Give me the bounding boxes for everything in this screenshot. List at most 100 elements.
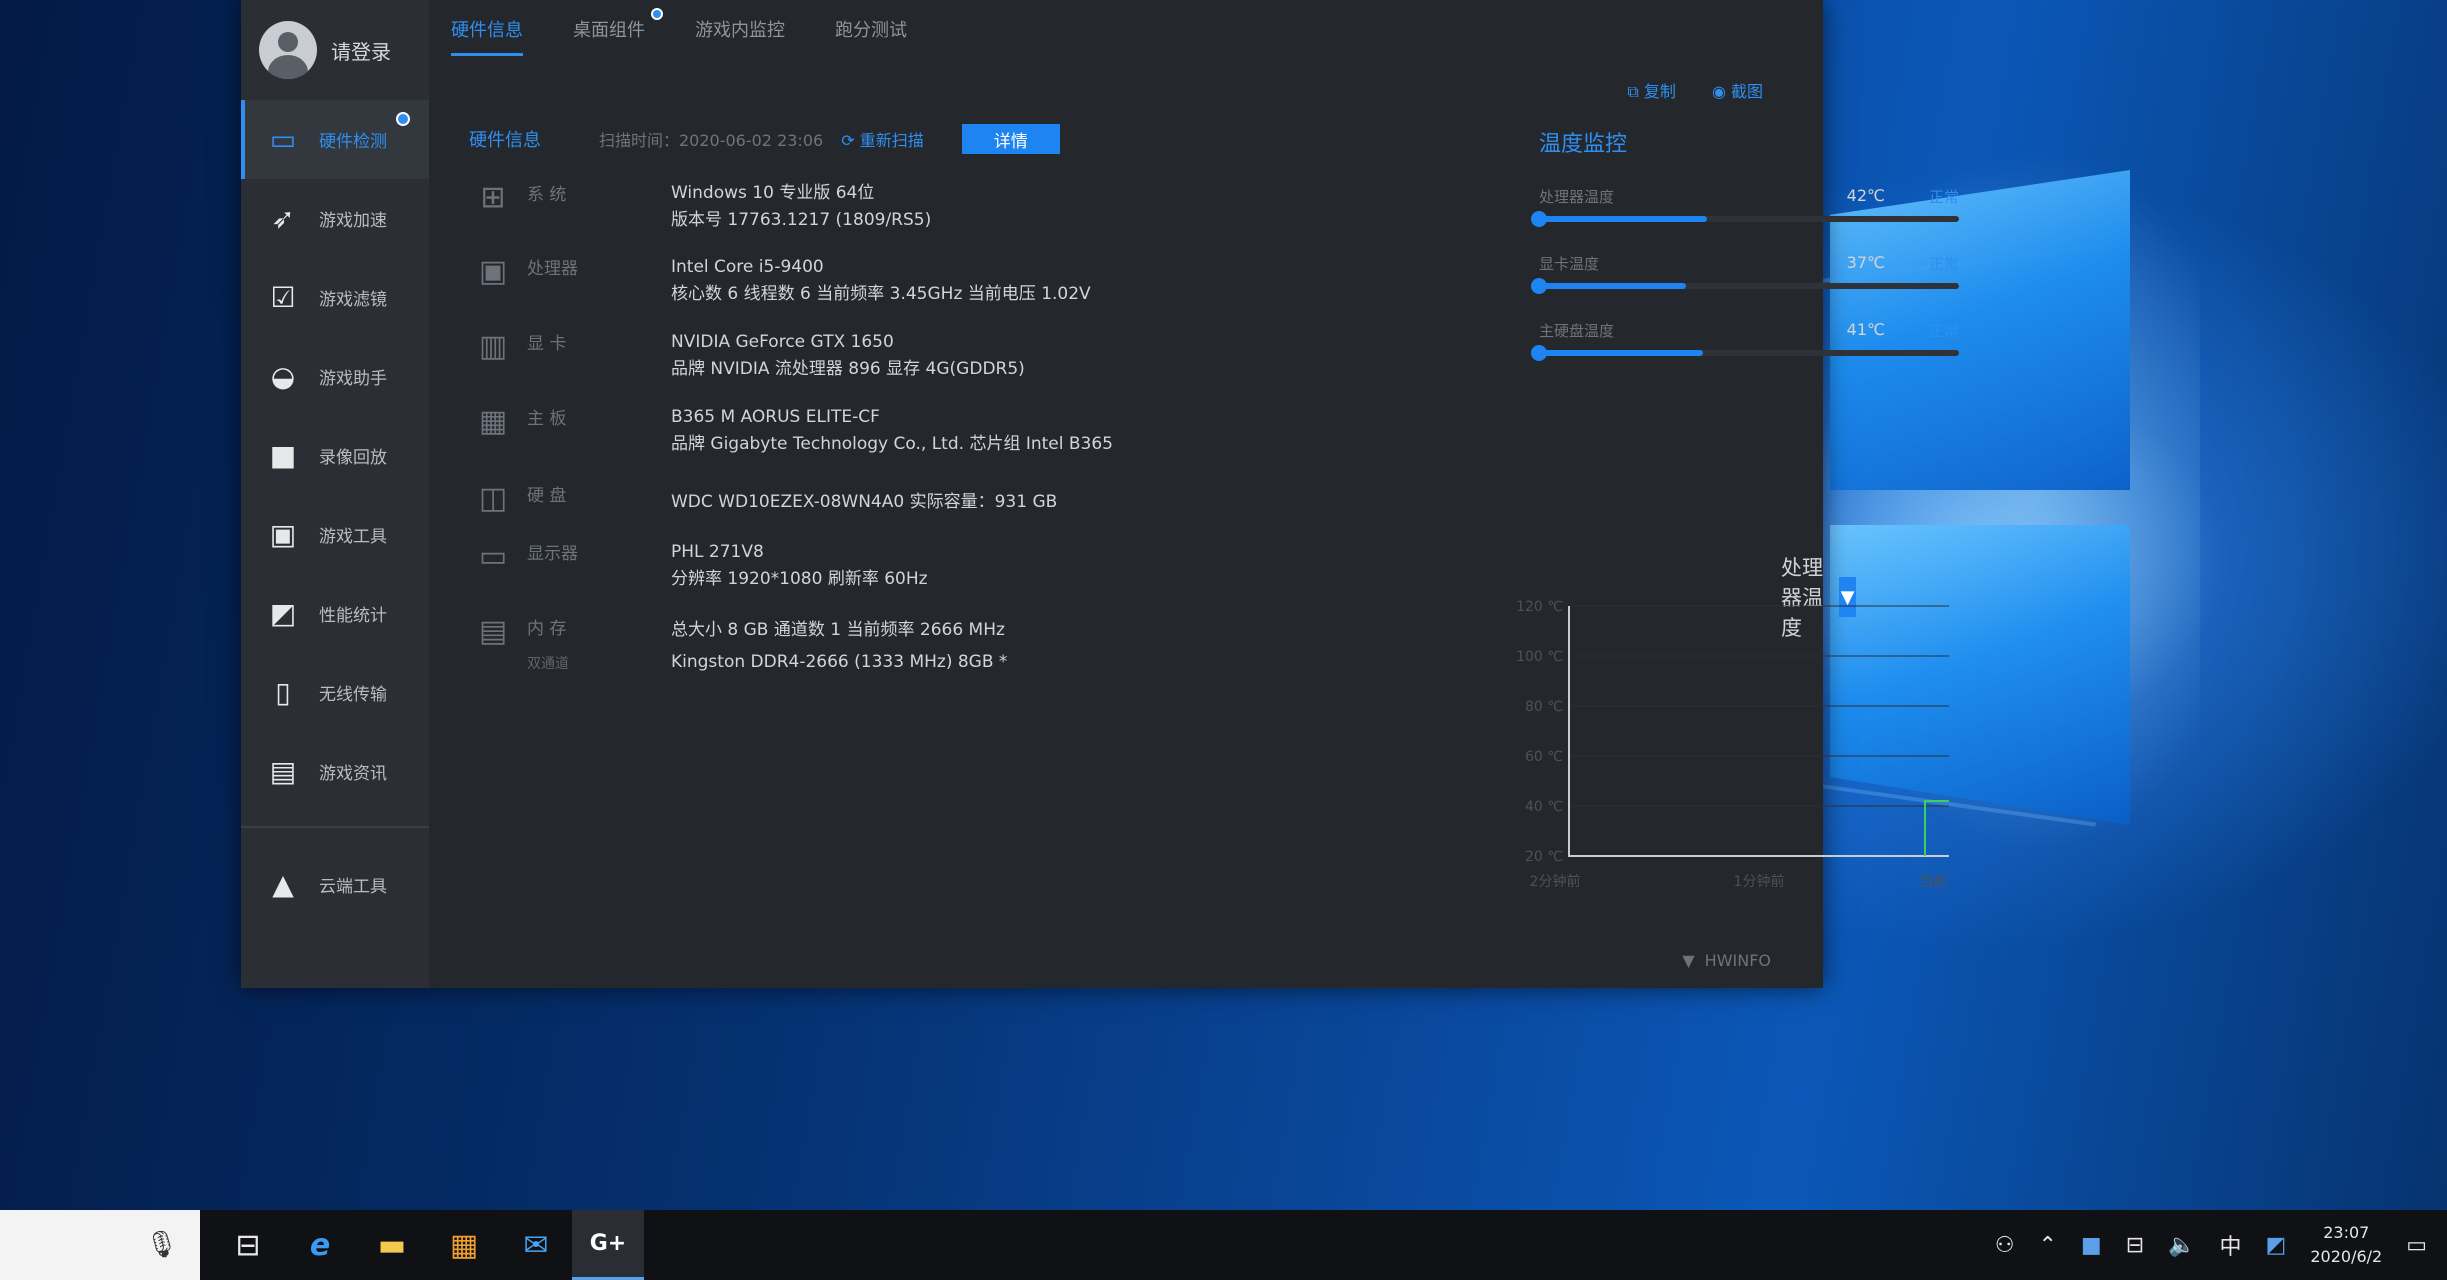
network-icon[interactable]: ⊟ [2126, 1233, 2144, 1258]
copy-icon: ⧉ [1627, 82, 1644, 101]
sidebar-item-news[interactable]: ▤ 游戏资讯 [241, 732, 429, 811]
store-icon[interactable]: ▦ [428, 1210, 500, 1280]
hardware-row-gpu: ▥ 显 卡 NVIDIA GeForce GTX 1650 品牌 NVIDIA … [475, 329, 1235, 404]
x-tick-label: 1分钟前 [1734, 873, 1785, 890]
memory-icon: ▤ [478, 614, 508, 649]
sidebar-item-label: 性能统计 [319, 606, 387, 626]
taskbar-search-box[interactable]: 🎙 [0, 1210, 200, 1280]
hardware-value: Intel Core i5-9400 [671, 257, 824, 277]
hardware-label: 主 板 [527, 409, 567, 429]
folder-icon[interactable]: ▬ [356, 1210, 428, 1280]
sidebar-item-cloud-tools[interactable]: ▲ 云端工具 [241, 845, 429, 924]
sidebar-item-assistant[interactable]: ◒ 游戏助手 [241, 337, 429, 416]
screenshot-button[interactable]: ◉ 截图 [1712, 78, 1763, 102]
hardware-detail: 核心数 6 线程数 6 当前频率 3.45GHz 当前电压 1.02V [671, 284, 1091, 304]
sidebar-item-wireless[interactable]: ▯ 无线传输 [241, 653, 429, 732]
game-plus-icon[interactable]: G+ [572, 1210, 644, 1280]
refresh-icon: ⟳ [841, 131, 860, 150]
gamepad-icon: ◒ [270, 360, 296, 393]
hwinfo-icon: ▼ [1682, 951, 1695, 970]
sidebar-item-hardware[interactable]: ▭ 硬件检测 [241, 100, 429, 179]
user-name[interactable]: 请登录 [331, 36, 391, 65]
system-tray: ⚇ ⌃ ■ ⊟ 🔈 中 ◩ 23:07 2020/6/2 ▭ [1995, 1210, 2447, 1280]
sidebar-item-label: 游戏工具 [319, 527, 387, 547]
motherboard-icon: ▦ [478, 404, 508, 439]
user-login[interactable]: 请登录 [241, 0, 429, 100]
microphone-icon[interactable]: 🎙 [145, 1230, 178, 1260]
tab-ingame-monitor[interactable]: 游戏内监控 [695, 16, 785, 48]
sidebar-item-filter[interactable]: ☑ 游戏滤镜 [241, 258, 429, 337]
export-button[interactable]: ⧉ 复制 [1627, 78, 1676, 102]
hardware-row-cpu: ▣ 处理器 Intel Core i5-9400 核心数 6 线程数 6 当前频… [475, 254, 1235, 329]
sidebar: 请登录 ▭ 硬件检测 ➶ 游戏加速 ☑ 游戏滤镜 ◒ 游戏助手 ■ 录像回放 ▣… [241, 0, 429, 988]
cpu-icon: ▣ [478, 254, 508, 289]
avatar[interactable] [259, 21, 317, 79]
temp-row-gpu: 显卡温度 37℃ 正常 [1531, 253, 1959, 320]
toolbox-icon: ▣ [269, 518, 297, 551]
temp-bar-knob [1531, 345, 1547, 361]
temp-bar-fill [1539, 283, 1686, 289]
camera-icon: ■ [269, 439, 297, 472]
sidebar-divider [241, 826, 429, 828]
hardware-row-motherboard: ▦ 主 板 B365 M AORUS ELITE-CF 品牌 Gigabyte … [475, 404, 1235, 481]
sidebar-item-label: 无线传输 [319, 685, 387, 705]
people-icon[interactable]: ⚇ [1995, 1233, 2015, 1258]
sidebar-item-replay[interactable]: ■ 录像回放 [241, 416, 429, 495]
phone-icon: ▯ [275, 676, 291, 709]
temp-bar-knob [1531, 211, 1547, 227]
sidebar-item-label: 游戏资讯 [319, 764, 387, 784]
hardware-value: PHL 271V8 [671, 542, 764, 562]
x-tick-label: 2分钟前 [1530, 873, 1581, 890]
detail-button[interactable]: 详情 [961, 124, 1060, 154]
temp-status: 正常 [1928, 188, 1959, 206]
volume-icon[interactable]: 🔈 [2168, 1233, 2195, 1258]
tab-benchmark[interactable]: 跑分测试 [835, 16, 907, 48]
ime-indicator[interactable]: 中 [2220, 1229, 2242, 1261]
hardware-detail: 品牌 Gigabyte Technology Co., Ltd. 芯片组 Int… [671, 434, 1113, 454]
app-window: 请登录 ▭ 硬件检测 ➶ 游戏加速 ☑ 游戏滤镜 ◒ 游戏助手 ■ 录像回放 ▣… [241, 0, 1959, 988]
temp-bar [1531, 278, 1959, 294]
system-icon: ⊞ [480, 180, 506, 215]
clock-time: 23:07 [2323, 1223, 2370, 1242]
tab-bar: 硬件信息 桌面组件 游戏内监控 跑分测试 [451, 0, 907, 64]
hardware-title: 硬件信息 [469, 130, 541, 151]
hardware-label: 处理器 [527, 259, 578, 279]
temp-value: 37℃ [1846, 253, 1885, 272]
edge-icon[interactable]: e [284, 1210, 356, 1280]
app-tray-icon[interactable]: ■ [2081, 1233, 2102, 1258]
chevron-up-icon[interactable]: ⌃ [2038, 1233, 2056, 1258]
tab-desktop-widgets[interactable]: 桌面组件 [573, 8, 663, 48]
update-icon[interactable]: ◩ [2266, 1233, 2287, 1258]
sidebar-item-label: 云端工具 [319, 877, 387, 897]
sidebar-item-label: 硬件检测 [319, 132, 387, 152]
clock[interactable]: 23:07 2020/6/2 [2310, 1221, 2382, 1269]
y-tick-label: 20 ℃ [1525, 849, 1563, 865]
sidebar-item-accelerate[interactable]: ➶ 游戏加速 [241, 179, 429, 258]
temp-label: 显卡温度 [1539, 255, 1600, 273]
rescan-label: 重新扫描 [859, 131, 924, 150]
temp-bar-fill [1539, 350, 1703, 356]
taskbar-apps: ⊟ e ▬ ▦ ✉ G+ [212, 1210, 644, 1280]
tab-hardware-info[interactable]: 硬件信息 [451, 16, 523, 56]
top-actions: ⧉ 复制 ◉ 截图 [1627, 78, 1763, 102]
mail-icon[interactable]: ✉ [500, 1210, 572, 1280]
action-center-icon[interactable]: ▭ [2406, 1233, 2427, 1258]
task-view-icon[interactable]: ⊟ [212, 1210, 284, 1280]
chart-axis [1568, 606, 1949, 857]
hardware-label: 显示器 [527, 544, 578, 564]
sidebar-item-label: 游戏加速 [319, 211, 387, 231]
taskbar: 🎙 ⊟ e ▬ ▦ ✉ G+ ⚇ ⌃ ■ ⊟ 🔈 中 ◩ 23:07 2020/6/2 ▭ [0, 1210, 2447, 1280]
notification-dot [651, 8, 663, 20]
temp-status: 正常 [1928, 322, 1959, 340]
rescan-button[interactable]: ⟳ 重新扫描 [841, 127, 924, 151]
sidebar-item-tools[interactable]: ▣ 游戏工具 [241, 495, 429, 574]
notification-dot [396, 112, 410, 126]
monitor-icon: ▭ [269, 123, 297, 156]
hardware-value: WDC WD10EZEX-08WN4A0 实际容量：931 GB [671, 492, 1058, 512]
camera-icon: ◉ [1711, 82, 1731, 101]
gpu-icon: ▥ [478, 329, 508, 364]
sidebar-item-stats[interactable]: ◩ 性能统计 [241, 574, 429, 653]
temp-bar-fill [1539, 216, 1707, 222]
y-tick-label: 80 ℃ [1525, 699, 1563, 715]
y-tick-label: 40 ℃ [1525, 799, 1563, 815]
